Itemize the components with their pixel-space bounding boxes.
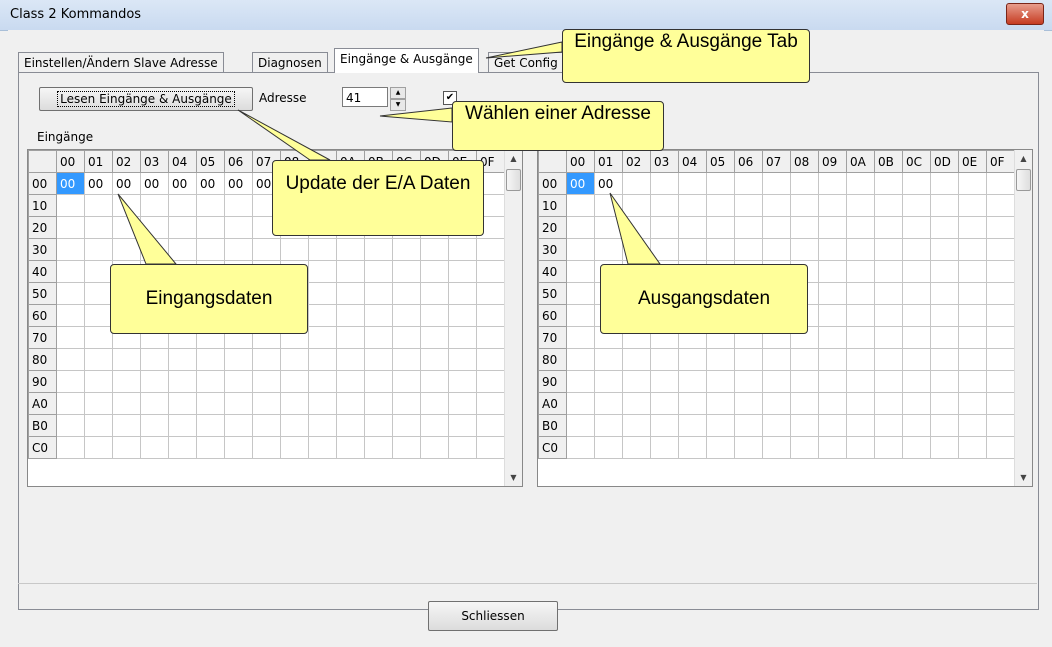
pointer-address [379, 107, 453, 123]
callout-address: Wählen einer Adresse [452, 101, 664, 151]
callout-inputs: Eingangsdaten [110, 264, 308, 334]
callout-outputs: Ausgangsdaten [600, 264, 808, 334]
pointer-inputs [117, 193, 178, 265]
callout-tab: Eingänge & Ausgänge Tab [562, 29, 810, 83]
pointer-outputs [609, 192, 661, 265]
callout-update: Update der E/A Daten [272, 160, 484, 236]
pointer-tab [485, 41, 563, 59]
pointer-update [237, 109, 331, 161]
